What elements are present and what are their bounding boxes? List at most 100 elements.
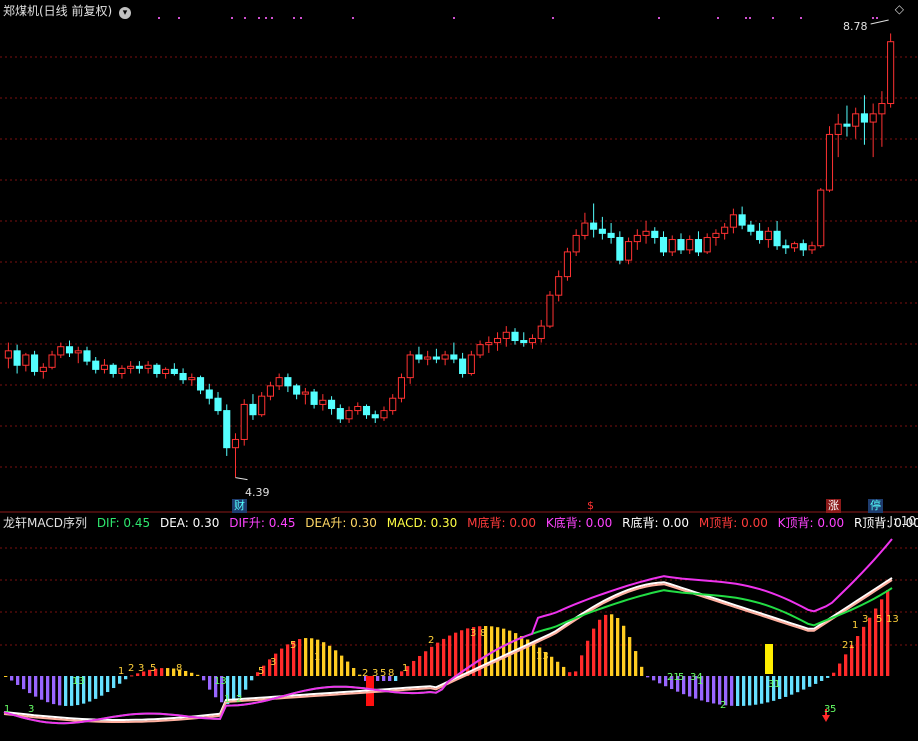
tag-suspend[interactable]: 停 xyxy=(868,499,883,513)
sequence-label: 3 xyxy=(28,704,34,715)
candle xyxy=(240,403,248,440)
candle xyxy=(162,368,170,375)
macd-bar xyxy=(232,676,236,703)
candle xyxy=(57,346,65,356)
macd-bar xyxy=(46,676,50,703)
sequence-label: 8 xyxy=(176,663,182,674)
candle xyxy=(362,405,371,416)
macd-bar xyxy=(310,638,314,676)
macd-bar xyxy=(250,676,254,681)
macd-bar xyxy=(334,650,338,676)
sequence-label: 8 xyxy=(480,628,486,639)
candlestick-series xyxy=(4,19,895,481)
candle xyxy=(668,239,676,253)
macd-bar xyxy=(304,638,308,676)
macd-bar xyxy=(640,666,644,676)
sequence-label: 5 xyxy=(380,668,386,679)
macd-bar xyxy=(244,676,248,690)
marker-dot xyxy=(265,17,267,19)
sequence-label: 2 xyxy=(720,700,726,711)
candle xyxy=(345,410,353,420)
macd-bar xyxy=(592,628,596,676)
macd-bar xyxy=(622,625,626,676)
legend-m-bottom: M底背: 0.00 xyxy=(467,516,537,530)
candle xyxy=(415,354,423,360)
macd-bar xyxy=(88,676,92,702)
candle xyxy=(100,364,109,370)
macd-bar xyxy=(118,676,122,684)
marker-dot xyxy=(231,17,233,19)
candle xyxy=(336,408,344,420)
macd-bar xyxy=(328,645,332,676)
candle xyxy=(590,222,598,230)
macd-bar xyxy=(844,654,848,676)
tag-dollar[interactable]: $ xyxy=(585,499,596,513)
candle xyxy=(537,325,545,339)
stock-chart-canvas[interactable]: 1 3131 2 3 5 8131 253512 3 5 8 123 813215 34123 13 521… xyxy=(0,0,918,741)
macd-bar xyxy=(28,676,32,694)
macd-bar xyxy=(556,661,560,676)
marker-dot xyxy=(749,17,751,19)
macd-bar xyxy=(616,617,620,676)
candle xyxy=(764,230,772,241)
candle xyxy=(109,364,117,375)
marker-dot xyxy=(158,17,160,19)
indicator-legend: 龙轩MACD序列 DIF: 0.45 DEA: 0.30 DIF升: 0.45 … xyxy=(3,514,918,531)
macd-bar xyxy=(130,675,134,677)
price-min-label: 4.39 xyxy=(245,486,270,499)
sequence-label: 1 xyxy=(224,694,230,705)
candle xyxy=(677,239,685,251)
sequence-label: 3 xyxy=(138,663,144,674)
chevron-down-icon[interactable]: ▾ xyxy=(119,7,132,19)
macd-bar xyxy=(280,648,284,676)
candle xyxy=(380,410,388,419)
candle xyxy=(694,239,703,253)
candle xyxy=(118,367,126,375)
candle xyxy=(467,354,475,375)
candle xyxy=(170,368,178,375)
macd-bar xyxy=(346,661,350,676)
macd-bar xyxy=(736,676,740,706)
candle xyxy=(790,243,799,249)
candle xyxy=(22,354,30,366)
marker-dot xyxy=(745,17,747,19)
max-price-pointer xyxy=(870,19,889,25)
macd-bar xyxy=(394,676,398,681)
candle xyxy=(476,344,484,356)
sequence-label: 5 xyxy=(876,614,882,625)
sequence-label: 21 xyxy=(842,640,855,651)
sequence-label: 3 xyxy=(270,657,276,668)
candle xyxy=(83,350,91,362)
candle xyxy=(424,356,432,360)
candle xyxy=(214,397,222,412)
macd-bar xyxy=(838,663,842,676)
macd-bar xyxy=(730,676,734,706)
macd-bar xyxy=(340,655,344,676)
candle xyxy=(354,405,362,412)
candle xyxy=(616,236,624,261)
top-dot-markers xyxy=(158,17,878,19)
dif-up-line xyxy=(3,538,893,725)
macd-bar xyxy=(562,666,566,676)
diamond-icon[interactable]: ◇ xyxy=(895,2,904,16)
sequence-label: 5 xyxy=(290,640,296,651)
sequence-label: 8 xyxy=(388,668,394,679)
candle xyxy=(843,123,851,127)
macd-bar xyxy=(286,644,290,676)
macd-bar xyxy=(580,655,584,676)
tag-finance[interactable]: 财 xyxy=(232,499,247,513)
candle xyxy=(39,366,47,372)
macd-bar xyxy=(40,676,44,700)
macd-bar xyxy=(880,599,884,676)
candle xyxy=(625,241,633,261)
legend-dif-up: DIF升: 0.45 xyxy=(229,516,296,530)
sequence-label: 5 xyxy=(150,663,156,674)
macd-bar xyxy=(646,676,650,678)
tag-limit-up[interactable]: 涨 xyxy=(826,499,841,513)
candle xyxy=(581,222,589,236)
marker-dot xyxy=(552,17,554,19)
candle xyxy=(520,340,528,344)
marker-dot xyxy=(300,17,302,19)
macd-bar xyxy=(166,668,170,676)
candle xyxy=(74,350,82,354)
